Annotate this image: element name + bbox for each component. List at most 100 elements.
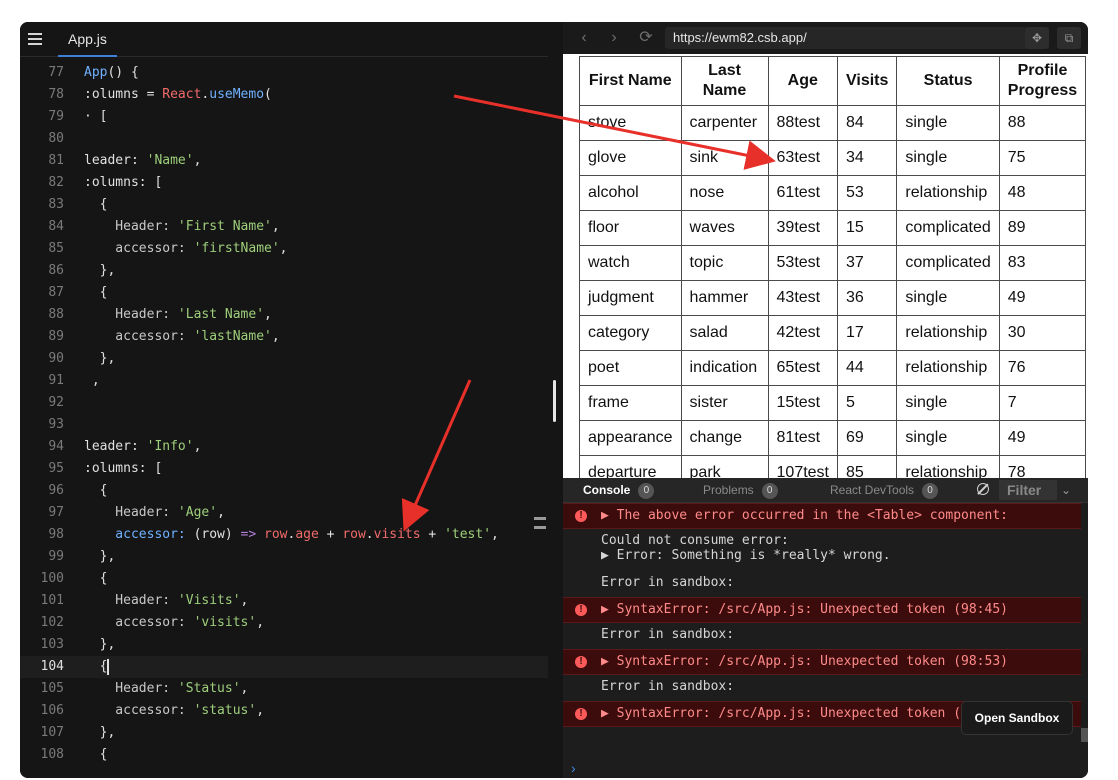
line-number: 78 xyxy=(48,87,64,102)
code-token: :olumns = xyxy=(84,87,163,102)
code-text: { xyxy=(84,480,108,502)
clear-console-icon[interactable] xyxy=(977,483,989,495)
open-sandbox-button[interactable]: Open Sandbox xyxy=(962,702,1072,734)
console-log-entry[interactable]: Error in sandbox: xyxy=(563,621,1081,649)
code-token: 'status' xyxy=(193,703,257,718)
code-line[interactable]: 87 { xyxy=(20,282,548,304)
devtools-icon[interactable]: ✥ xyxy=(1025,27,1049,49)
tab-react-devtools[interactable]: React DevTools 0 xyxy=(830,478,939,502)
code-line[interactable]: 85 accessor: 'firstName', xyxy=(20,238,548,260)
table-row: glove sink 63test 34 single 75 xyxy=(579,140,1087,176)
table-cell: appearance xyxy=(579,420,682,456)
refresh-icon[interactable]: ⟳ xyxy=(637,29,655,47)
code-line[interactable]: 104 { xyxy=(20,656,548,678)
code-text: :olumns = React.useMemo( xyxy=(84,84,272,106)
code-line[interactable]: 82:olumns: [ xyxy=(20,172,548,194)
filter-input[interactable]: Filter xyxy=(999,480,1057,500)
code-line[interactable]: 107 }, xyxy=(20,722,548,744)
code-token: accessor: xyxy=(84,329,194,344)
console-log-entry[interactable]: Could not consume error: ▶ Error: Someth… xyxy=(563,527,1081,569)
tab-app-js[interactable]: App.js xyxy=(58,22,117,57)
code-line[interactable]: 80 xyxy=(20,128,548,150)
splitter-grip[interactable] xyxy=(553,380,556,422)
table-row: floor waves 39test 15 complicated 89 xyxy=(579,210,1087,246)
code-line[interactable]: 105 Header: 'Status', xyxy=(20,678,548,700)
table-cell: topic xyxy=(680,245,769,281)
editor-tab-bar: App.js xyxy=(20,22,548,57)
code-token: 'Name' xyxy=(146,153,194,168)
code-line[interactable]: 91 , xyxy=(20,370,548,392)
url-input[interactable]: https://ewm82.csb.app/ xyxy=(665,27,1027,49)
code-token: , xyxy=(240,593,249,608)
tab-console[interactable]: Console 0 xyxy=(583,478,655,502)
code-line[interactable]: 103 }, xyxy=(20,634,548,656)
table-cell: carpenter xyxy=(680,105,769,141)
table-cell: hammer xyxy=(680,280,769,316)
code-token: , xyxy=(256,703,265,718)
code-line[interactable]: 106 accessor: 'status', xyxy=(20,700,548,722)
code-line[interactable]: 102 accessor: 'visits', xyxy=(20,612,548,634)
open-new-window-icon[interactable]: ⧉ xyxy=(1057,27,1081,49)
console-log-entry[interactable]: Error in sandbox: xyxy=(563,673,1081,701)
code-token: , xyxy=(193,153,202,168)
console-error-entry[interactable]: ! ▶ SyntaxError: /src/App.js: Unexpected … xyxy=(563,649,1081,675)
code-line[interactable]: 100 { xyxy=(20,568,548,590)
code-line[interactable]: 95:olumns: [ xyxy=(20,458,548,480)
console-message: Could not consume error: ▶ Error: Someth… xyxy=(601,533,891,563)
back-icon[interactable]: ‹ xyxy=(575,29,593,47)
chevron-down-icon[interactable]: ⌄ xyxy=(1061,478,1071,502)
code-text: leader: 'Name', xyxy=(84,150,201,172)
code-line[interactable]: 101 Header: 'Visits', xyxy=(20,590,548,612)
code-token: :olumns: [ xyxy=(84,461,163,476)
code-line[interactable]: 83 { xyxy=(20,194,548,216)
code-line[interactable]: 98 accessor: (row) => row.age + row.visi… xyxy=(20,524,548,546)
line-number: 91 xyxy=(48,373,64,388)
code-token: useMemo xyxy=(209,87,265,102)
forward-icon[interactable]: › xyxy=(605,29,623,47)
table-cell: complicated xyxy=(896,245,1000,281)
table-cell: 88 xyxy=(998,105,1087,141)
code-line[interactable]: 94 leader: 'Info', xyxy=(20,436,548,458)
code-line[interactable]: 81 leader: 'Name', xyxy=(20,150,548,172)
code-line[interactable]: 108 { xyxy=(20,744,548,766)
console-error-entry[interactable]: ! ▶ SyntaxError: /src/App.js: Unexpected … xyxy=(563,597,1081,623)
line-number: 96 xyxy=(48,483,64,498)
code-line[interactable]: 84 Header: 'First Name', xyxy=(20,216,548,238)
table-cell: relationship xyxy=(896,315,1000,351)
code-token: 'lastName' xyxy=(193,329,272,344)
table-row: judgment hammer 43test 36 single 49 xyxy=(579,280,1087,316)
code-line[interactable]: 86 }, xyxy=(20,260,548,282)
code-line[interactable]: 90 }, xyxy=(20,348,548,370)
code-text: accessor: 'firstName', xyxy=(84,238,287,260)
code-line[interactable]: 89 accessor: 'lastName', xyxy=(20,326,548,348)
code-token: { xyxy=(84,197,108,212)
line-number: 88 xyxy=(48,307,64,322)
code-text: Header: 'Status', xyxy=(84,678,248,700)
error-icon: ! xyxy=(575,708,587,720)
pane-splitter[interactable] xyxy=(548,22,563,778)
code-line[interactable]: 78 :olumns = React.useMemo( xyxy=(20,84,548,106)
code-token: accessor: xyxy=(84,241,194,256)
code-token: , xyxy=(240,681,249,696)
code-line[interactable]: 97 Header: 'Age', xyxy=(20,502,548,524)
code-text: Header: 'Age', xyxy=(84,502,225,524)
code-line[interactable]: 93 xyxy=(20,414,548,436)
code-line[interactable]: 99 }, xyxy=(20,546,548,568)
code-line[interactable]: 79 · [ xyxy=(20,106,548,128)
code-line[interactable]: 88 Header: 'Last Name', xyxy=(20,304,548,326)
code-line[interactable]: 77 App() { xyxy=(20,62,548,84)
table-cell: 85 xyxy=(836,455,898,478)
code-line[interactable]: 92 xyxy=(20,392,548,414)
console-prompt[interactable]: › xyxy=(571,760,576,776)
devtools-count-badge: 0 xyxy=(922,482,939,499)
console-error-entry[interactable]: ! ▶ The above error occurred in the <Tabl… xyxy=(563,503,1081,529)
code-area[interactable]: 77 App() { 78 :olumns = React.useMemo(79 · [… xyxy=(20,62,548,778)
line-number: 90 xyxy=(48,351,64,366)
tab-problems[interactable]: Problems 0 xyxy=(703,478,778,502)
hamburger-menu-icon[interactable] xyxy=(28,33,42,45)
code-text: }, xyxy=(84,348,116,370)
console-scrollbar[interactable] xyxy=(1081,503,1088,753)
code-text: accessor: (row) => row.age + row.visits … xyxy=(84,524,499,546)
console-log-entry[interactable]: Error in sandbox: xyxy=(563,569,1081,597)
code-line[interactable]: 96 { xyxy=(20,480,548,502)
